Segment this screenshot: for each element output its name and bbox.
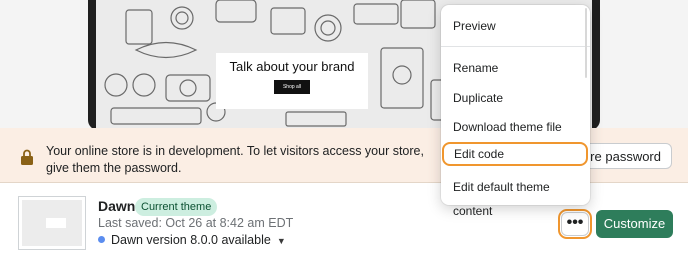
theme-thumbnail [18,196,86,250]
caret-down-icon: ▼ [276,236,286,246]
menu-item-rename[interactable]: Rename [441,56,590,80]
menu-item-duplicate[interactable]: Duplicate [441,86,590,110]
info-dot-icon [98,236,105,244]
shop-all-button: Shop all [273,80,311,94]
menu-scrollbar[interactable] [585,8,587,78]
brand-card: Talk about your brand Shop all [216,53,368,109]
menu-item-download-theme-file[interactable]: Download theme file [441,115,590,139]
theme-actions-menu: Preview Rename Duplicate Download theme … [441,5,590,218]
version-label: Dawn version 8.0.0 available [111,233,271,247]
theme-name: Dawn [98,198,136,214]
banner-message: Your online store is in development. To … [46,144,424,175]
version-dropdown[interactable]: Dawn version 8.0.0 available ▼ [98,233,286,247]
menu-item-preview[interactable]: Preview [441,14,590,38]
menu-item-edit-default-theme-content[interactable]: Edit default theme content [441,175,590,218]
brand-heading: Talk about your brand [229,59,355,74]
customize-button[interactable]: Customize [596,210,673,238]
current-theme-badge: Current theme [135,198,218,216]
menu-item-edit-code[interactable]: Edit code [442,142,588,166]
more-actions-button[interactable]: ••• [558,209,592,239]
lock-icon [21,149,33,165]
menu-divider [441,46,590,47]
last-saved-text: Last saved: Oct 26 at 8:42 am EDT [98,216,294,230]
